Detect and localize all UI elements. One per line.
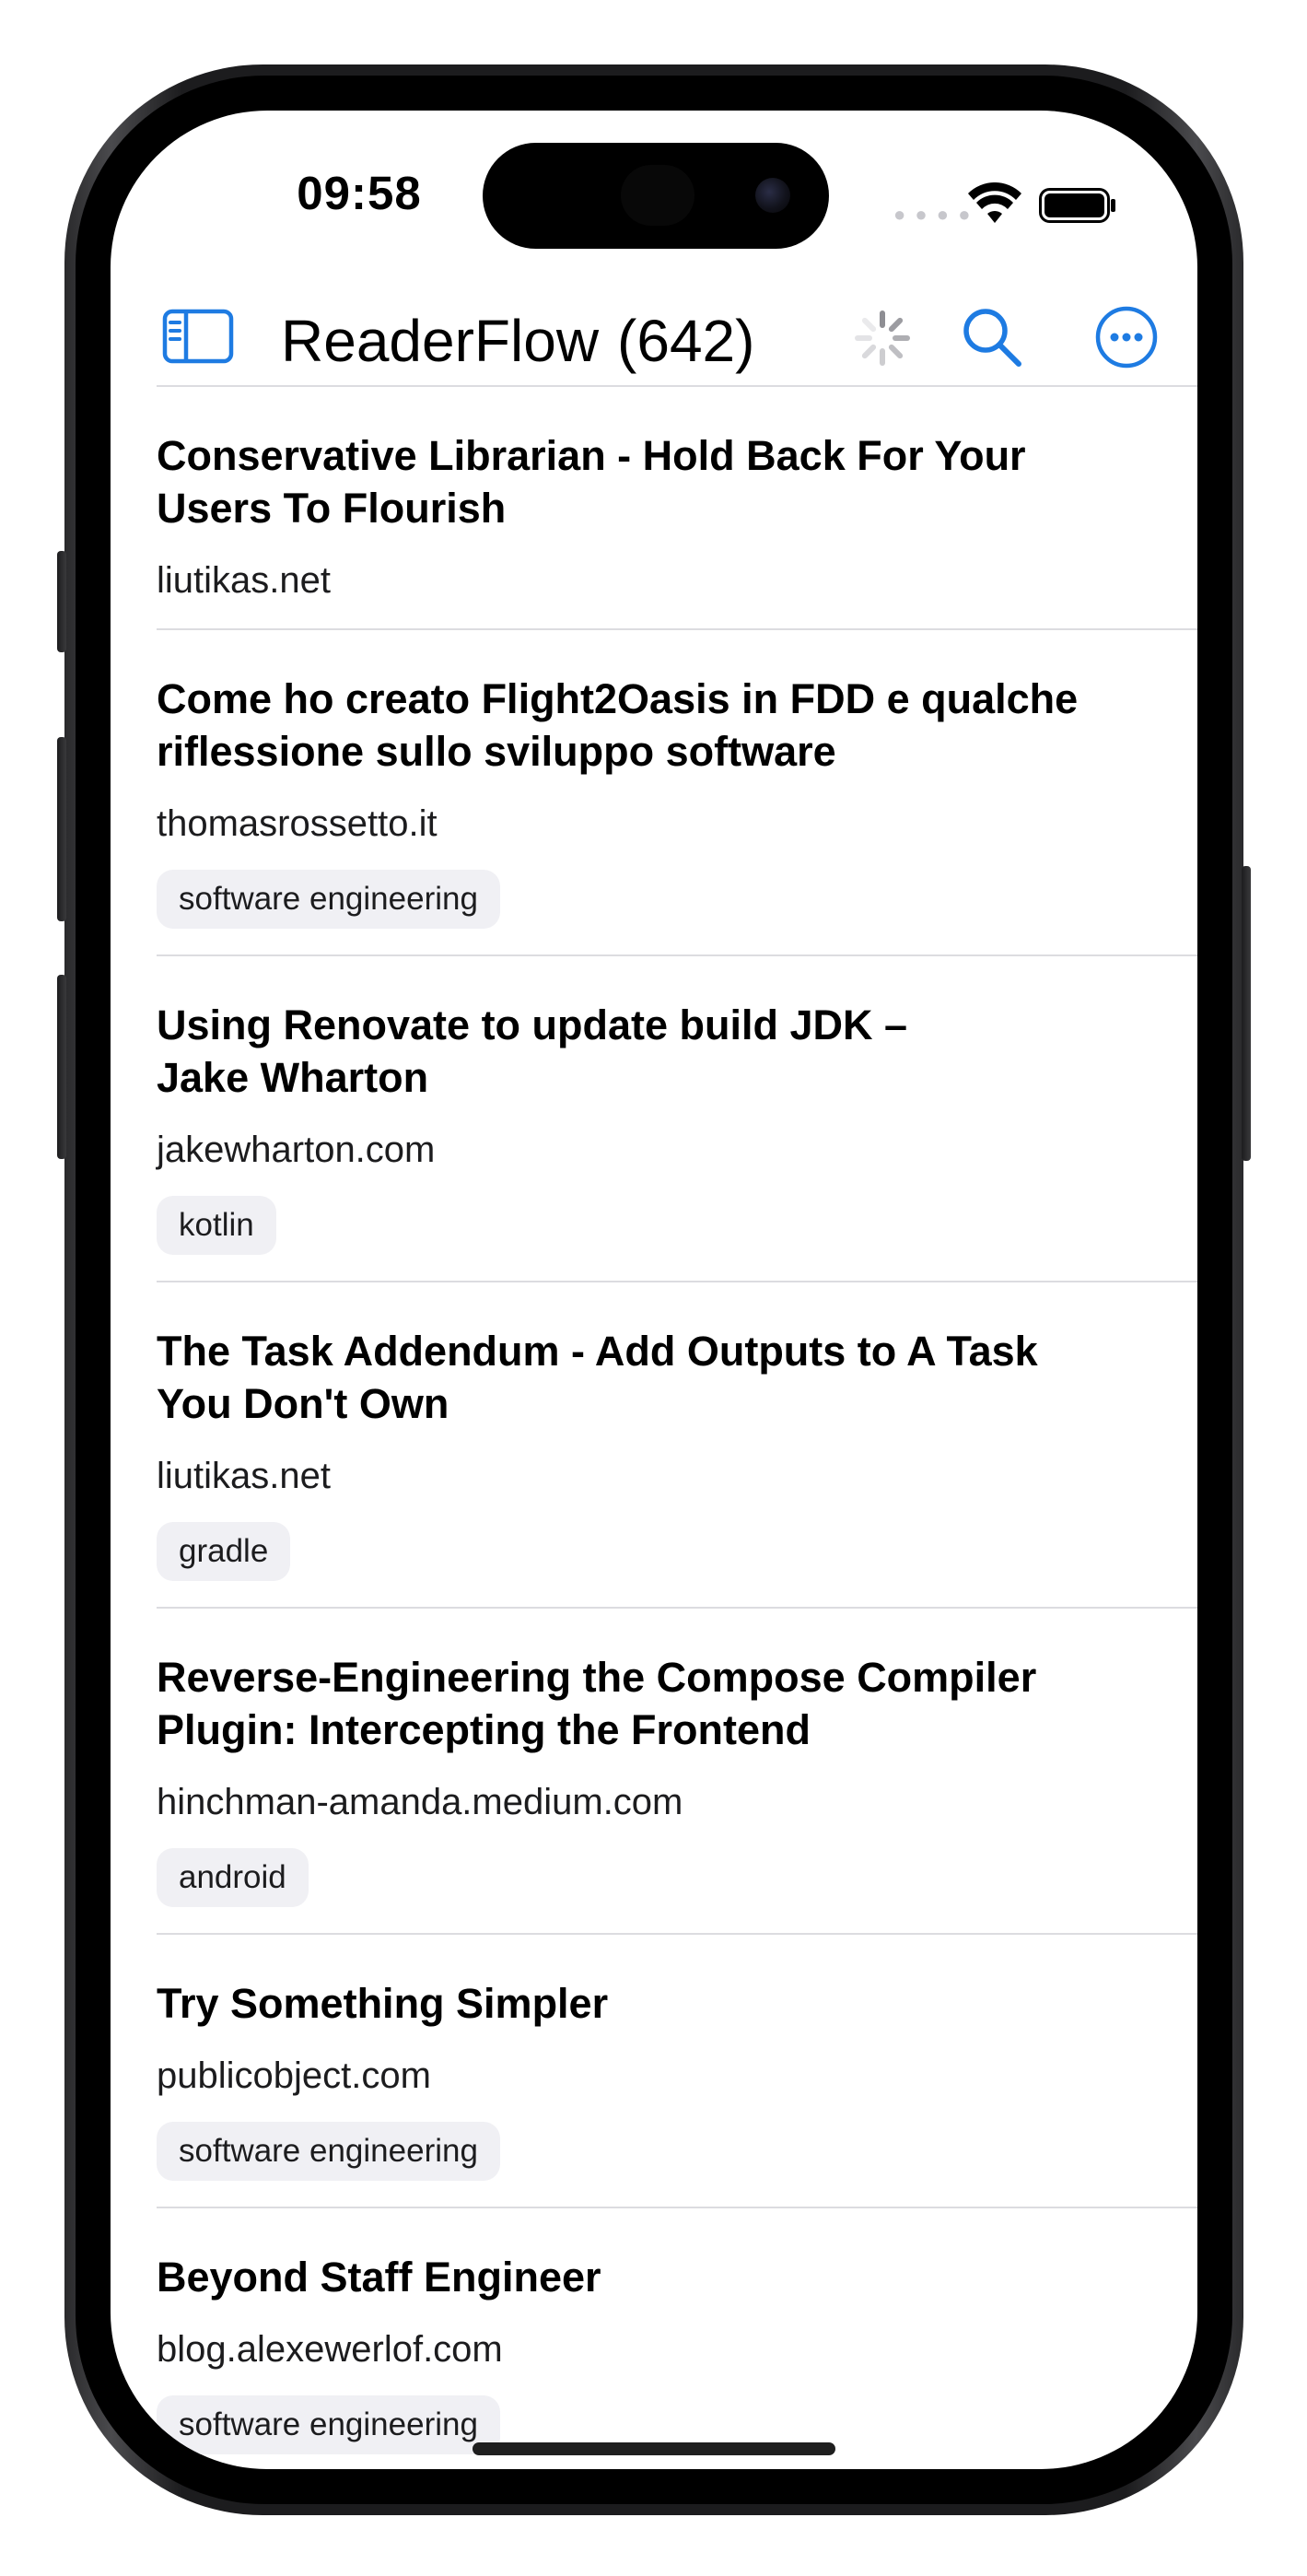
island-sensor	[621, 165, 694, 226]
status-indicators: ● ● ● ●	[893, 182, 1142, 238]
tag-badge[interactable]: software engineering	[157, 870, 500, 929]
article-title: Beyond Staff Engineer	[157, 2254, 601, 2301]
article-title: Conservative Librarian - Hold Back For Y…	[157, 432, 1026, 532]
article-domain: thomasrossetto.it	[157, 803, 438, 844]
article-domain: publicobject.com	[157, 2055, 431, 2096]
list-item[interactable]: Come ho creato Flight2Oasis in FDD e qua…	[111, 630, 1197, 956]
list-item[interactable]: Using Renovate to update build JDK – Jak…	[111, 956, 1197, 1282]
cellular-signal-icon: ● ● ● ●	[893, 203, 973, 226]
tag-badge[interactable]: software engineering	[157, 2122, 500, 2181]
tag-badge[interactable]: software engineering	[157, 2395, 500, 2454]
article-title: Come ho creato Flight2Oasis in FDD e qua…	[157, 675, 1079, 775]
tag-badge[interactable]: gradle	[157, 1522, 291, 1581]
wifi-icon	[968, 182, 1021, 223]
article-title: Try Something Simpler	[157, 1980, 609, 2027]
list-item[interactable]: The Task Addendum - Add Outputs to A Tas…	[111, 1282, 1197, 1609]
list-item[interactable]: Beyond Staff Engineer blog.alexewerlof.c…	[111, 2208, 1197, 2454]
volume-up-button	[57, 737, 66, 921]
article-title: Using Renovate to update build JDK – Jak…	[157, 1001, 908, 1101]
action-button	[57, 551, 66, 652]
volume-down-button	[57, 975, 66, 1159]
list-item[interactable]: Conservative Librarian - Hold Back For Y…	[111, 387, 1197, 630]
search-icon[interactable]	[960, 305, 1024, 369]
navigation-bar: ReaderFlow (642)	[111, 281, 1197, 396]
dynamic-island	[483, 143, 829, 249]
tag-badge[interactable]: android	[157, 1848, 309, 1907]
article-domain: hinchman-amanda.medium.com	[157, 1782, 683, 1822]
sidebar-toggle-icon[interactable]	[162, 309, 234, 364]
article-domain: liutikas.net	[157, 1456, 331, 1496]
article-title: The Task Addendum - Add Outputs to A Tas…	[157, 1328, 1038, 1427]
article-domain: jakewharton.com	[157, 1130, 436, 1170]
more-options-icon[interactable]	[1094, 305, 1159, 369]
page-title: ReaderFlow (642)	[281, 307, 754, 375]
power-button	[1242, 866, 1251, 1161]
screen: 09:58 ● ● ● ● ReaderFlow (642) Conservat…	[111, 111, 1197, 2469]
unread-count: (642)	[617, 308, 755, 374]
list-item[interactable]: Try Something Simpler publicobject.com s…	[111, 1935, 1197, 2208]
article-domain: liutikas.net	[157, 560, 331, 601]
status-time: 09:58	[297, 167, 422, 219]
tag-badge[interactable]: kotlin	[157, 1196, 276, 1255]
article-title: Reverse-Engineering the Compose Compiler…	[157, 1654, 1037, 1753]
list-item[interactable]: Reverse-Engineering the Compose Compiler…	[111, 1609, 1197, 1935]
article-domain: blog.alexewerlof.com	[157, 2329, 503, 2370]
loading-spinner-icon	[855, 310, 910, 366]
camera-lens	[755, 178, 790, 213]
home-indicator[interactable]	[473, 2442, 835, 2455]
app-name: ReaderFlow	[281, 308, 600, 374]
article-list: Conservative Librarian - Hold Back For Y…	[111, 387, 1197, 2454]
battery-icon	[1039, 188, 1115, 223]
